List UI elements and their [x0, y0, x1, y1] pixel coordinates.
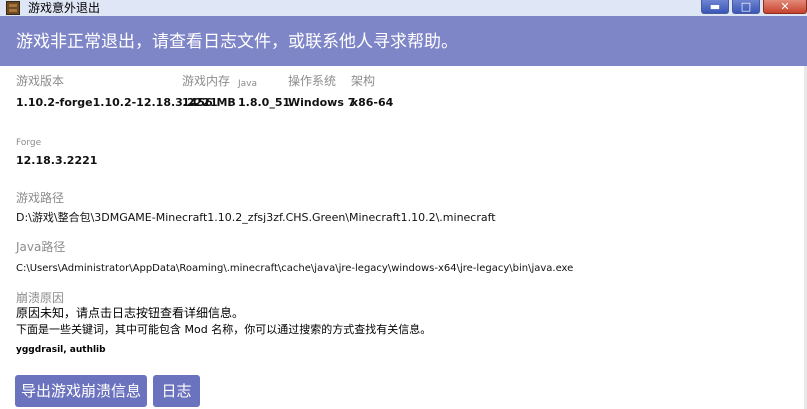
export-crash-info-button[interactable]: 导出游戏崩溃信息	[15, 375, 147, 407]
game-path-value: D:\游戏\整合包\3DMGAME-Minecraft1.10.2_zfsj3z…	[16, 211, 496, 224]
game-path-label: 游戏路径	[16, 191, 65, 205]
forge-value: 12.18.3.2221	[16, 154, 98, 167]
arch-value: x86-64	[351, 96, 394, 109]
game-memory-value: 1456 MB	[182, 96, 236, 109]
window-title: 游戏意外退出	[28, 1, 101, 15]
minimize-button[interactable]: ▬	[701, 0, 729, 14]
window-controls: ▬ □ ✕	[698, 0, 807, 16]
os-label: 操作系统	[288, 74, 337, 88]
banner-message: 游戏非正常退出，请查看日志文件，或联系他人寻求帮助。	[16, 32, 458, 52]
java-path-label: Java路径	[16, 240, 66, 254]
maximize-button[interactable]: □	[732, 0, 760, 14]
minecraft-block-icon	[6, 1, 20, 15]
game-memory-label: 游戏内存	[182, 74, 231, 88]
os-value: Windows 7	[288, 96, 356, 109]
java-version-label: Java	[238, 79, 258, 89]
crash-keywords: yggdrasil, authlib	[16, 345, 106, 355]
title-bar: 游戏意外退出 ▬ □ ✕	[0, 0, 807, 16]
java-path-value: C:\Users\Administrator\AppData\Roaming\.…	[16, 263, 574, 274]
forge-label: Forge	[16, 138, 42, 148]
java-version-value: 1.8.0_51	[238, 96, 291, 109]
error-banner: 游戏非正常退出，请查看日志文件，或联系他人寻求帮助。	[0, 16, 807, 66]
arch-label: 架构	[351, 74, 376, 88]
game-version-label: 游戏版本	[16, 74, 65, 88]
crash-reason-label: 崩溃原因	[16, 291, 65, 305]
log-button[interactable]: 日志	[153, 375, 200, 407]
close-button[interactable]: ✕	[763, 0, 807, 14]
crash-reason-line1: 原因未知，请点击日志按钮查看详细信息。	[16, 306, 245, 320]
crash-reason-line2: 下面是一些关键词，其中可能包含 Mod 名称，你可以通过搜索的方式查找有关信息。	[16, 323, 432, 336]
